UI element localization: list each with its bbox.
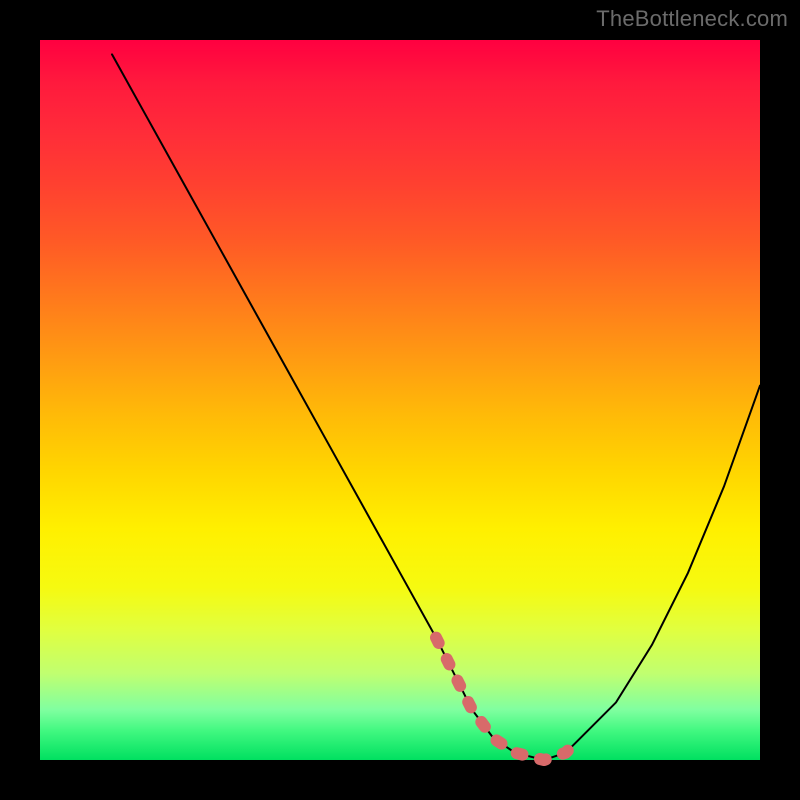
chart-frame: TheBottleneck.com xyxy=(0,0,800,800)
optimal-zone-highlight xyxy=(436,638,580,760)
bottleneck-curve-line xyxy=(112,54,760,760)
watermark-text: TheBottleneck.com xyxy=(596,6,788,32)
chart-svg xyxy=(40,40,760,760)
plot-area xyxy=(40,40,760,760)
